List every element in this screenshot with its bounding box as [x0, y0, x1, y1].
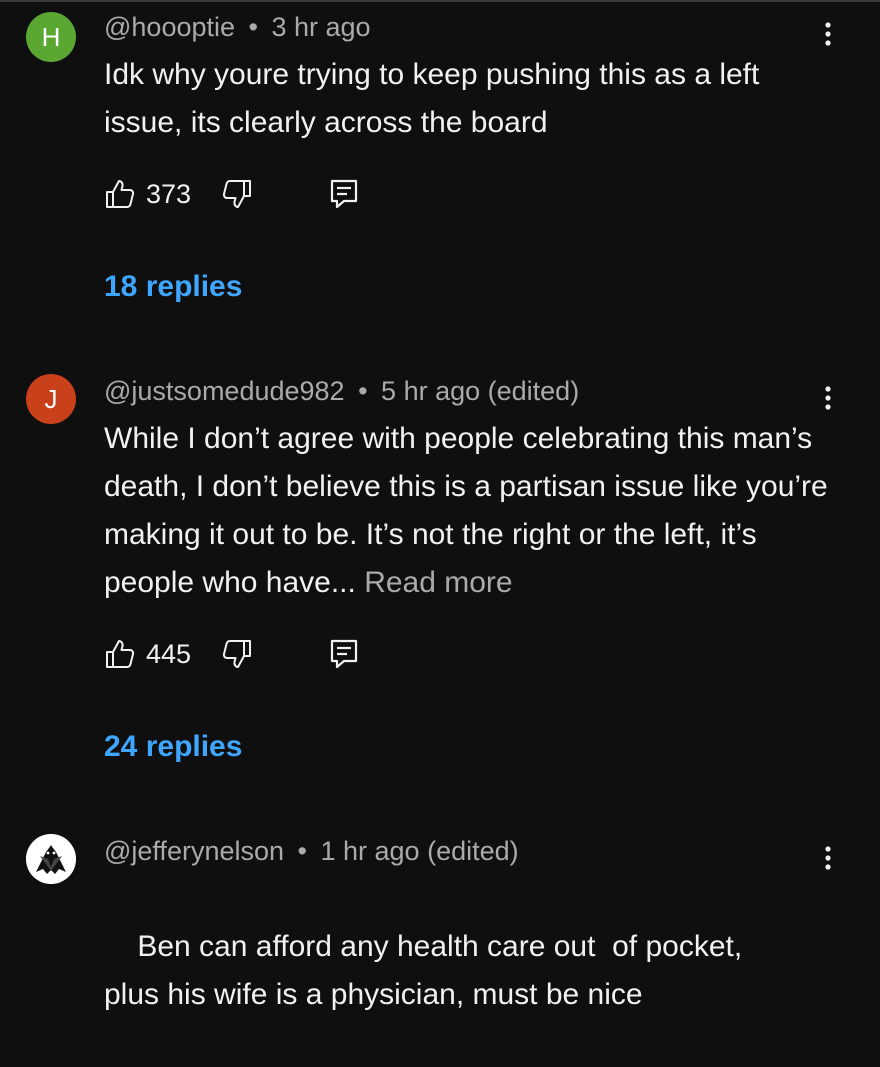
like-count: 445 [146, 638, 192, 669]
avatar[interactable]: H [26, 12, 76, 62]
meta-separator: • [297, 836, 307, 866]
dislike-button[interactable] [221, 638, 253, 670]
comment-time: 3 hr ago [271, 12, 371, 42]
comment-text: Ben can afford any health care out of po… [104, 875, 784, 1067]
more-options-button[interactable] [814, 380, 842, 416]
read-more-link[interactable]: Read more [364, 566, 512, 599]
more-vertical-icon [825, 386, 831, 410]
comment-text: While I don’t agree with people celebrat… [104, 415, 844, 607]
reply-comment-icon [330, 179, 358, 209]
comment-handle[interactable]: @justsomedude982 [104, 376, 345, 406]
view-replies-link[interactable]: 18 replies [104, 270, 242, 304]
like-button[interactable]: 445 [104, 638, 191, 670]
comment-meta: @jefferynelson • 1 hr ago (edited) [104, 836, 519, 867]
thumb-down-icon [222, 180, 252, 208]
comment-meta: @hoooptie • 3 hr ago [104, 12, 371, 43]
comment-body: Ben can afford any health care out of po… [104, 930, 751, 1011]
comment-actions: 445 [104, 634, 359, 674]
more-options-button[interactable] [814, 16, 842, 52]
comment-time: 5 hr ago [381, 376, 481, 406]
thumb-up-icon [106, 180, 135, 208]
comment-handle[interactable]: @jefferynelson [104, 836, 284, 866]
avatar-letter: H [41, 21, 61, 52]
more-vertical-icon [825, 846, 831, 870]
avatar[interactable] [26, 834, 76, 884]
comment-time: 1 hr ago [320, 836, 420, 866]
avatar-letter: J [44, 383, 58, 414]
comment-text: Idk why youre trying to keep pushing thi… [104, 51, 844, 147]
avatar[interactable]: J [26, 374, 76, 424]
top-divider [0, 0, 880, 2]
comment-actions: 373 [104, 174, 359, 214]
edited-label: (edited) [427, 836, 519, 866]
comment-handle[interactable]: @hoooptie [104, 12, 235, 42]
edited-label: (edited) [487, 376, 580, 406]
comment-body: Idk why youre trying to keep pushing thi… [104, 58, 760, 139]
thumb-up-icon [106, 640, 135, 668]
like-count: 373 [146, 178, 192, 209]
meta-separator: • [358, 376, 368, 406]
meta-separator: • [248, 12, 258, 42]
like-button[interactable]: 373 [104, 178, 191, 210]
comment-meta: @justsomedude982 • 5 hr ago (edited) [104, 376, 579, 407]
superhero-avatar-image [26, 834, 76, 884]
more-options-button[interactable] [814, 840, 842, 876]
reply-comment-icon [330, 639, 358, 669]
thumb-down-icon [222, 640, 252, 668]
more-vertical-icon [825, 22, 831, 46]
reply-button[interactable] [329, 638, 359, 670]
view-replies-link[interactable]: 24 replies [104, 730, 242, 764]
reply-button[interactable] [329, 178, 359, 210]
dislike-button[interactable] [221, 178, 253, 210]
